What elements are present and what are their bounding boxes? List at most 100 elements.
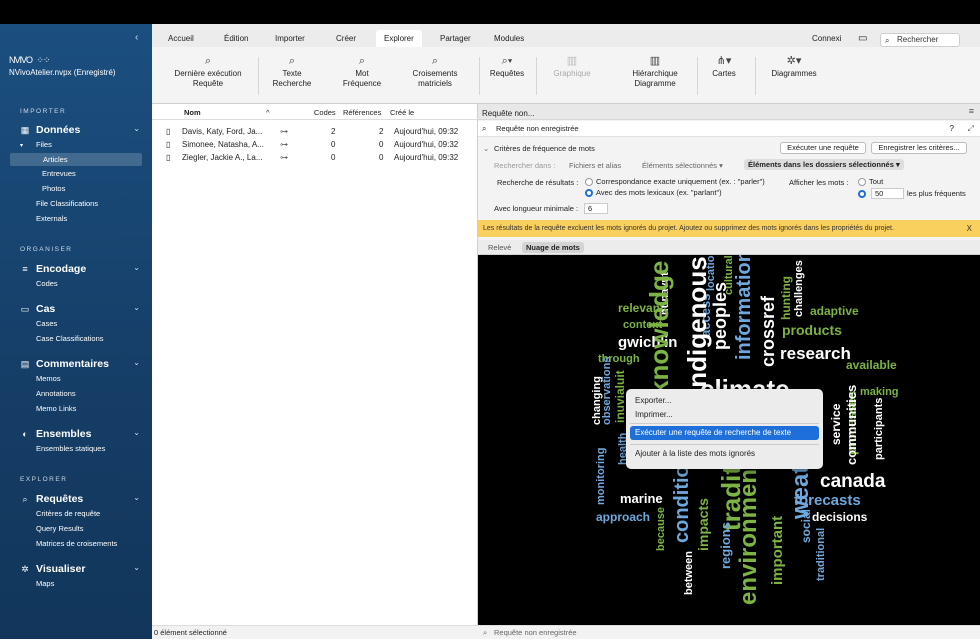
- sidebar-item-query-results[interactable]: Query Results: [36, 524, 84, 533]
- menu-item-print[interactable]: Imprimer...: [635, 410, 673, 419]
- top-count-input[interactable]: 50: [871, 188, 904, 199]
- tab-word-cloud[interactable]: Nuage de mots: [522, 242, 584, 253]
- menu-item-export[interactable]: Exporter...: [635, 396, 671, 405]
- hierarchy-chart-button[interactable]: ▥ Hiérarchique Diagramme: [622, 55, 688, 88]
- chevron-down-icon[interactable]: ⌄: [133, 428, 140, 437]
- min-length-input[interactable]: 6: [584, 203, 608, 214]
- word-cloud-word[interactable]: inuvialuit: [613, 370, 627, 423]
- tab-accueil[interactable]: Accueil: [160, 30, 202, 47]
- word-cloud-word[interactable]: information: [733, 255, 755, 360]
- sidebar-item-maps[interactable]: Maps: [36, 579, 54, 588]
- chevron-down-icon[interactable]: ⌄: [133, 563, 140, 572]
- sidebar-item-case-classifications[interactable]: Case Classifications: [36, 334, 104, 343]
- word-cloud-word[interactable]: participants: [873, 398, 885, 460]
- word-cloud-word[interactable]: service: [829, 403, 843, 445]
- chevron-down-icon[interactable]: ⌄: [133, 263, 140, 272]
- diagrams-dropdown-button[interactable]: ✲▾ Diagrammes: [764, 55, 824, 79]
- word-cloud-word[interactable]: social: [799, 509, 813, 543]
- tab-partager[interactable]: Partager: [432, 30, 479, 47]
- last-run-query-button[interactable]: ⌕ Dernière exécution Requête: [170, 55, 246, 88]
- word-cloud-word[interactable]: canada: [820, 471, 886, 492]
- word-cloud-word[interactable]: impacts: [695, 498, 711, 551]
- chevron-down-icon[interactable]: ⌄: [133, 303, 140, 312]
- collapse-criteria-icon[interactable]: ⌄: [483, 144, 489, 153]
- selected-folders-option[interactable]: Éléments dans les dossiers sélectionnés …: [744, 159, 904, 170]
- menu-icon[interactable]: ≡: [969, 106, 974, 116]
- top-words-radio[interactable]: [858, 189, 869, 199]
- tab-explorer[interactable]: Explorer: [376, 30, 422, 47]
- column-references[interactable]: Références: [343, 108, 381, 117]
- column-name[interactable]: Nom: [184, 108, 201, 117]
- column-codes[interactable]: Codes: [314, 108, 336, 117]
- run-query-button[interactable]: Exécuter une requête: [780, 142, 866, 154]
- sidebar-item-files[interactable]: Files: [36, 140, 52, 149]
- sidebar-group-requetes[interactable]: ⌕ Requêtes ⌄: [20, 492, 144, 506]
- save-criteria-button[interactable]: Enregistrer les critères...: [871, 142, 967, 154]
- sidebar-item-articles[interactable]: Articles: [10, 153, 142, 166]
- collapse-sidebar-icon[interactable]: ‹: [135, 32, 138, 43]
- tab-edition[interactable]: Édition: [216, 30, 256, 47]
- word-cloud-word[interactable]: changing: [591, 376, 603, 425]
- column-created[interactable]: Créé le: [390, 108, 414, 117]
- sidebar-group-cas[interactable]: ▭ Cas ⌄: [20, 302, 144, 316]
- word-cloud-word[interactable]: regions: [718, 522, 733, 569]
- query-tab[interactable]: Requête non...: [482, 109, 534, 118]
- chevron-down-icon[interactable]: ⌄: [133, 124, 140, 133]
- files-memos-option[interactable]: Fichiers et alias: [569, 161, 621, 170]
- word-cloud-word[interactable]: monitoring: [595, 448, 607, 505]
- sidebar-group-commentaires[interactable]: ▤ Commentaires ⌄: [20, 357, 144, 371]
- word-cloud-word[interactable]: marine: [620, 491, 663, 506]
- sort-ascending-icon[interactable]: ^: [266, 108, 270, 117]
- table-row[interactable]: ▯ Davis, Katy, Ford, Ja... ⊶ 2 2 Aujourd…: [152, 126, 478, 139]
- word-cloud-word[interactable]: available: [846, 358, 897, 372]
- chart-button[interactable]: ▥ Graphique: [550, 55, 594, 79]
- sidebar-item-criteres[interactable]: Critères de requête: [36, 509, 100, 518]
- maps-dropdown-button[interactable]: ⋔▾ Cartes: [706, 55, 742, 79]
- sidebar-item-photos[interactable]: Photos: [42, 184, 65, 193]
- word-cloud-word[interactable]: making: [860, 386, 899, 398]
- tab-importer[interactable]: Importer: [267, 30, 313, 47]
- word-cloud-word[interactable]: knowledge: [644, 261, 674, 395]
- sidebar-item-memos[interactable]: Memos: [36, 374, 61, 383]
- word-cloud-word[interactable]: traditional: [815, 528, 827, 581]
- stemmed-words-radio[interactable]: Avec des mots lexicaux (ex. "parlant"): [585, 188, 722, 198]
- sidebar-group-encodage[interactable]: ≡ Encodage ⌄: [20, 262, 144, 276]
- word-cloud-word[interactable]: environment: [735, 461, 762, 605]
- expand-icon[interactable]: ⤢: [968, 121, 974, 137]
- word-cloud-word[interactable]: research: [780, 344, 851, 363]
- sidebar-item-codes[interactable]: Codes: [36, 279, 58, 288]
- connect-button[interactable]: Connexi: [812, 30, 841, 47]
- word-cloud[interactable]: relevant context gwich'in through nunavut acc…: [478, 255, 980, 625]
- table-row[interactable]: ▯ Simonee, Natasha, A... ⊶ 0 0 Aujourd'h…: [152, 139, 478, 152]
- menu-item-add-stop-word[interactable]: Ajouter à la liste des mots ignorés: [635, 449, 755, 458]
- sidebar-group-donnees[interactable]: ▦ Données ⌄: [20, 123, 144, 137]
- menu-item-run-text-search[interactable]: Exécuter une requête de recherche de tex…: [630, 426, 819, 440]
- search-input[interactable]: ⌕ Rechercher: [880, 33, 960, 47]
- tab-modules[interactable]: Modules: [486, 30, 532, 47]
- disclosure-triangle-icon[interactable]: ▾: [20, 142, 23, 149]
- sidebar-item-file-classifications[interactable]: File Classifications: [36, 199, 98, 208]
- sidebar-group-visualiser[interactable]: ✲ Visualiser ⌄: [20, 562, 144, 576]
- text-search-button[interactable]: ⌕ Texte Recherche: [268, 55, 316, 88]
- word-cloud-word[interactable]: because: [655, 507, 667, 551]
- sidebar-item-externals[interactable]: Externals: [36, 214, 67, 223]
- help-icon[interactable]: ?: [950, 121, 954, 137]
- word-cloud-word[interactable]: crossref: [758, 295, 778, 367]
- word-cloud-word[interactable]: between: [683, 551, 695, 595]
- tab-creer[interactable]: Créer: [328, 30, 364, 47]
- chevron-down-icon[interactable]: ⌄: [133, 493, 140, 502]
- word-cloud-word[interactable]: communities: [844, 385, 859, 465]
- queries-dropdown-button[interactable]: ⌕▾ Requêtes: [486, 55, 528, 79]
- matrix-coding-button[interactable]: ⌕ Croisements matriciels: [402, 55, 468, 88]
- close-notice-button[interactable]: X: [967, 220, 972, 237]
- word-cloud-word[interactable]: hunting: [779, 276, 793, 320]
- exact-match-radio[interactable]: Correspondance exacte uniquement (ex. : …: [585, 177, 765, 187]
- tab-releve[interactable]: Relevé: [484, 242, 515, 253]
- word-cloud-word[interactable]: products: [782, 322, 842, 338]
- sidebar-item-entrevues[interactable]: Entrevues: [42, 169, 76, 178]
- all-words-radio[interactable]: Tout: [858, 177, 883, 187]
- chevron-down-icon[interactable]: ⌄: [133, 358, 140, 367]
- sidebar-group-ensembles[interactable]: ◐ Ensembles ⌄: [20, 427, 144, 441]
- chat-icon[interactable]: ▭: [858, 30, 867, 47]
- word-cloud-word[interactable]: challenges: [793, 260, 805, 317]
